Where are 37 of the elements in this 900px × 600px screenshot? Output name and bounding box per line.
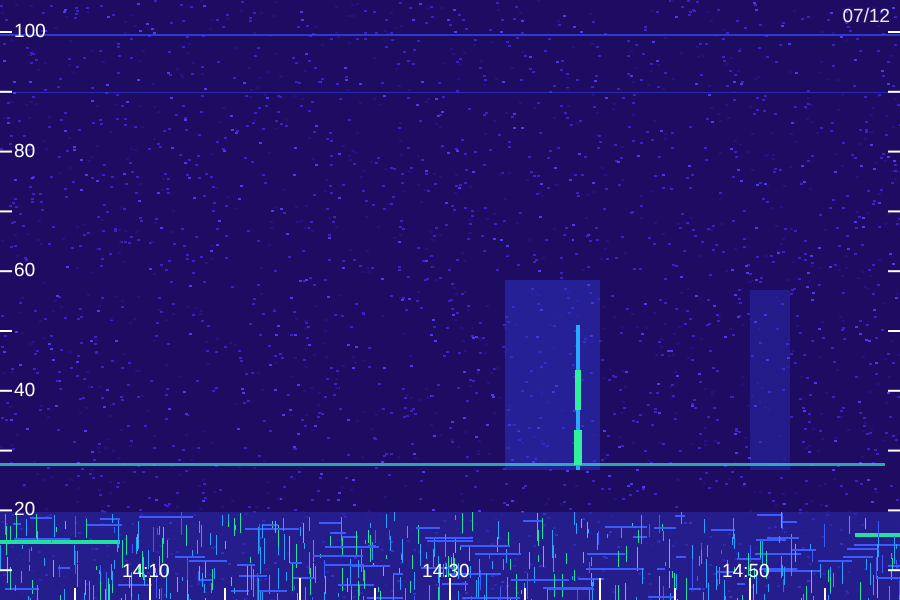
axis-label: 60: [14, 261, 36, 282]
tick-mark: [674, 588, 676, 600]
tick-mark: [888, 569, 900, 572]
tick-mark: [0, 450, 12, 452]
axis-label: 100: [14, 22, 46, 42]
tick-mark: [149, 578, 151, 600]
tick-mark: [0, 330, 12, 332]
tick-mark: [888, 509, 900, 512]
tick-mark: [888, 90, 900, 93]
tick-mark: [888, 450, 900, 452]
tick-mark: [299, 578, 301, 600]
tick-mark: [0, 150, 12, 153]
axis-label: 80: [14, 142, 36, 162]
tick-mark: [888, 150, 900, 153]
tick-mark: [74, 588, 76, 600]
tick-mark: [749, 578, 751, 600]
tick-mark: [374, 588, 376, 600]
tick-mark: [888, 330, 900, 332]
tick-mark: [0, 509, 12, 512]
tick-mark: [0, 210, 12, 212]
tick-mark: [888, 31, 900, 33]
tick-mark: [0, 390, 12, 392]
tick-mark: [824, 588, 826, 600]
tick-mark: [524, 588, 526, 600]
tick-mark: [224, 588, 226, 600]
tick-mark: [449, 578, 451, 600]
tick-mark: [888, 270, 900, 272]
tick-mark: [0, 569, 12, 572]
tick-mark: [888, 390, 900, 392]
axis-label: 20: [14, 500, 36, 520]
tick-mark: [0, 270, 12, 272]
tick-mark: [599, 578, 601, 600]
tick-mark: [888, 210, 900, 212]
tick-mark: [0, 90, 12, 93]
tick-mark: [0, 31, 12, 33]
date-label: 07/12: [842, 7, 890, 27]
axis-label: 40: [14, 380, 36, 401]
